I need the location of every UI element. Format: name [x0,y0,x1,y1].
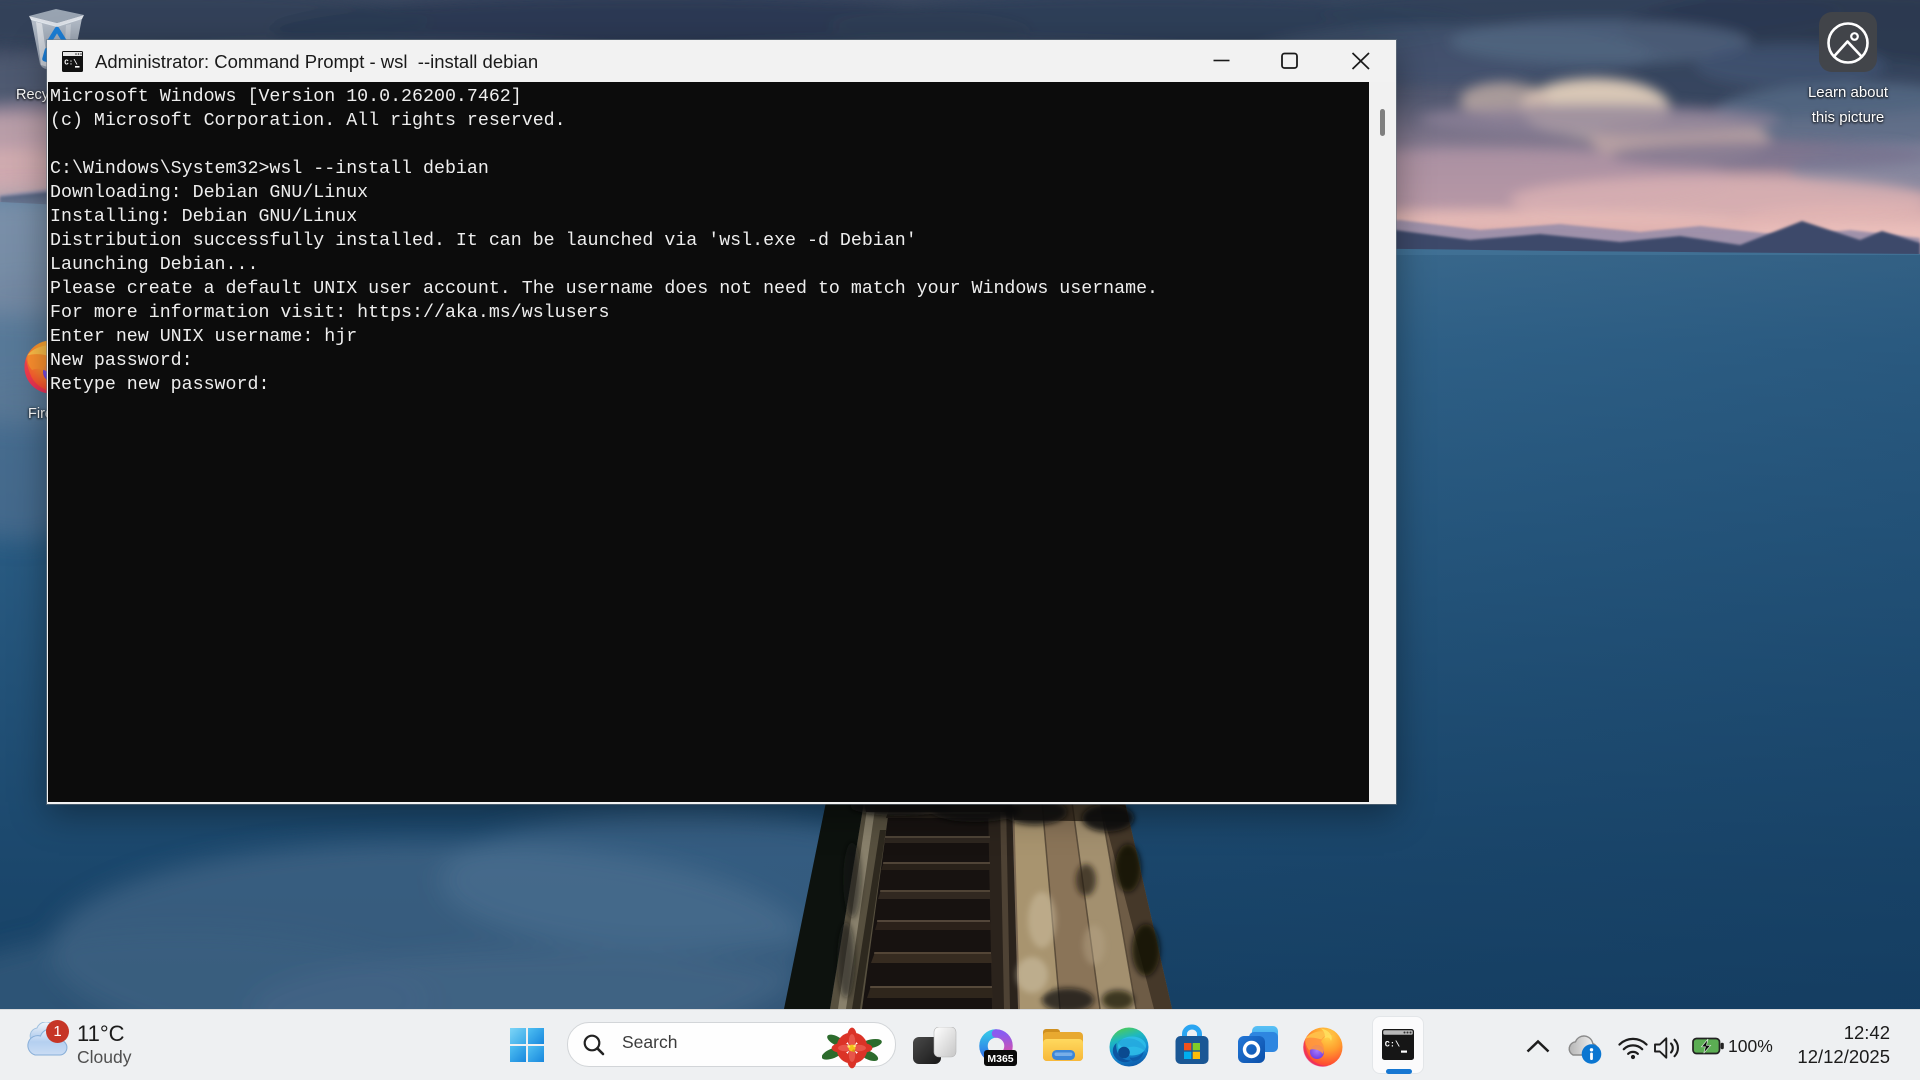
svg-text:M365: M365 [987,1053,1013,1065]
svg-text:C:\: C:\ [1385,1040,1400,1050]
